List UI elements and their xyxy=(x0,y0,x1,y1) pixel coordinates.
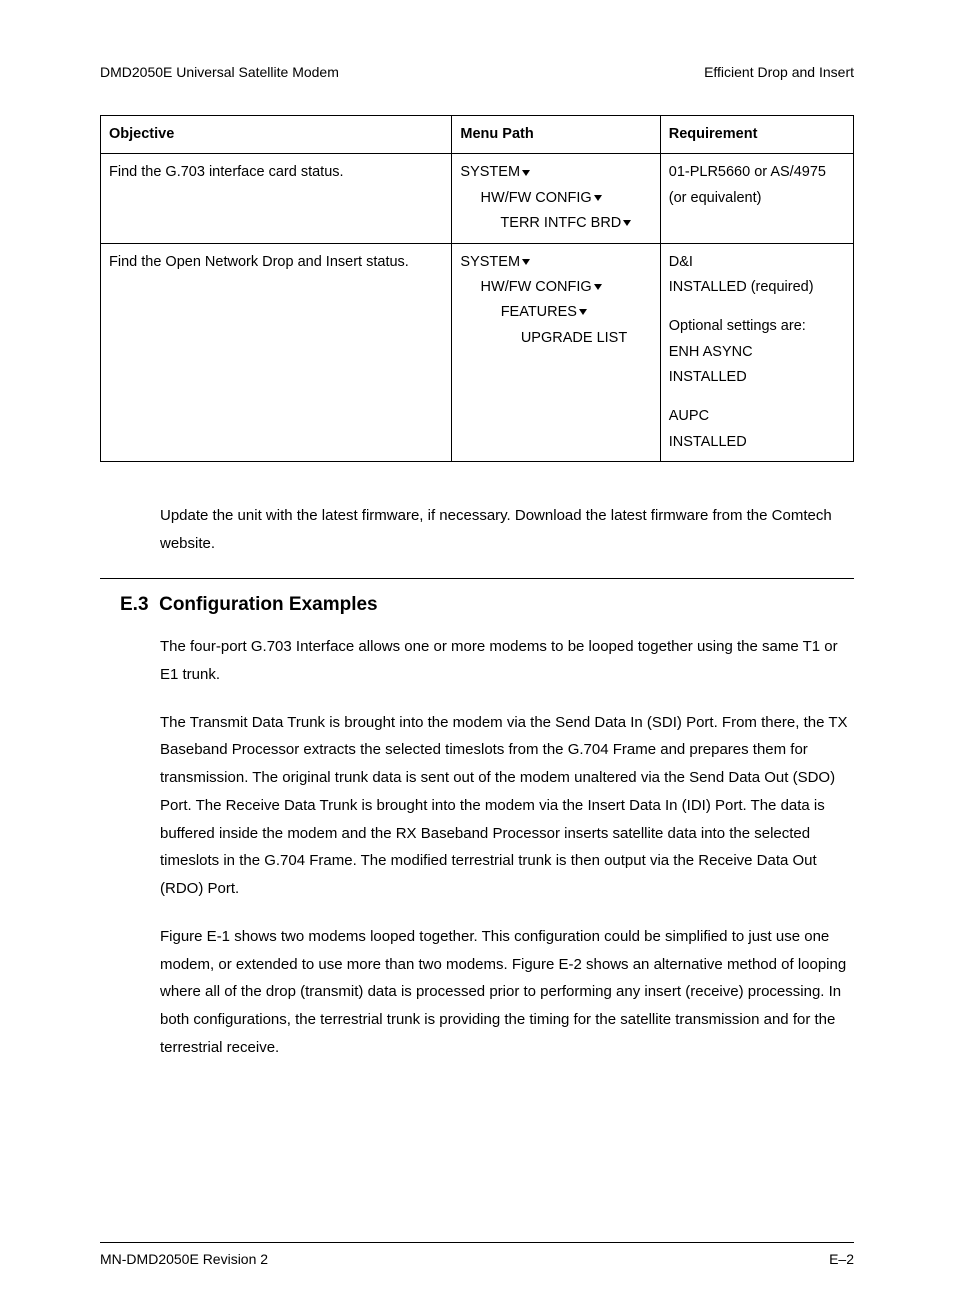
menu-step: FEATURES xyxy=(460,300,651,325)
cell-menupath: SYSTEM HW/FW CONFIG FEATURES UPGRADE LIS… xyxy=(452,243,660,462)
col-requirement: Requirement xyxy=(660,116,853,154)
cell-requirement: 01-PLR5660 or AS/4975(or equivalent) xyxy=(660,154,853,243)
menu-step: HW/FW CONFIG xyxy=(460,275,651,300)
cell-objective: Find the G.703 interface card status. xyxy=(101,154,452,243)
config-para-1: The four-port G.703 Interface allows one… xyxy=(160,633,854,689)
section-heading: E.3 Configuration Examples xyxy=(120,591,854,620)
page-footer: MN-DMD2050E Revision 2 E–2 xyxy=(100,1249,854,1270)
caret-down-icon xyxy=(579,309,587,315)
footer-left: MN-DMD2050E Revision 2 xyxy=(100,1249,268,1270)
caret-down-icon xyxy=(623,220,631,226)
requirement-block: D&IINSTALLED (required) xyxy=(669,250,845,301)
page-header: DMD2050E Universal Satellite Modem Effic… xyxy=(100,62,854,83)
cell-objective: Find the Open Network Drop and Insert st… xyxy=(101,243,452,462)
requirement-block: Optional settings are:ENH ASYNCINSTALLED xyxy=(669,314,845,390)
col-objective: Objective xyxy=(101,116,452,154)
menu-step: UPGRADE LIST xyxy=(460,326,651,351)
requirement-line: (or equivalent) xyxy=(669,186,845,211)
requirement-line: D&I xyxy=(669,250,845,275)
caret-down-icon xyxy=(522,259,530,265)
header-left: DMD2050E Universal Satellite Modem xyxy=(100,62,339,83)
requirements-table: Objective Menu Path Requirement Find the… xyxy=(100,115,854,462)
requirement-line: INSTALLED xyxy=(669,365,845,390)
config-para-3: Figure E-1 shows two modems looped toget… xyxy=(160,923,854,1062)
section-divider xyxy=(100,578,854,579)
section-number: E.3 xyxy=(120,594,149,615)
firmware-paragraph: Update the unit with the latest firmware… xyxy=(160,502,854,558)
requirement-line: 01-PLR5660 or AS/4975 xyxy=(669,160,845,185)
caret-down-icon xyxy=(594,284,602,290)
menu-step: TERR INTFC BRD xyxy=(460,211,651,236)
caret-down-icon xyxy=(522,170,530,176)
footer-divider xyxy=(100,1242,854,1243)
section-title: Configuration Examples xyxy=(159,594,378,615)
requirement-line: INSTALLED xyxy=(669,430,845,455)
table-row: Find the G.703 interface card status.SYS… xyxy=(101,154,854,243)
menu-step: SYSTEM xyxy=(460,160,651,185)
col-menupath: Menu Path xyxy=(452,116,660,154)
menu-step: SYSTEM xyxy=(460,250,651,275)
requirement-line: Optional settings are: xyxy=(669,314,845,339)
caret-down-icon xyxy=(594,195,602,201)
cell-menupath: SYSTEM HW/FW CONFIG TERR INTFC BRD xyxy=(452,154,660,243)
header-right: Efficient Drop and Insert xyxy=(704,62,854,83)
requirement-block: AUPCINSTALLED xyxy=(669,404,845,455)
cell-requirement: D&IINSTALLED (required) Optional settings… xyxy=(660,243,853,462)
requirement-line: ENH ASYNC xyxy=(669,340,845,365)
requirement-line: AUPC xyxy=(669,404,845,429)
footer-right: E–2 xyxy=(829,1249,854,1270)
menu-step: HW/FW CONFIG xyxy=(460,186,651,211)
table-row: Find the Open Network Drop and Insert st… xyxy=(101,243,854,462)
config-para-2: The Transmit Data Trunk is brought into … xyxy=(160,709,854,903)
requirement-line: INSTALLED (required) xyxy=(669,275,845,300)
